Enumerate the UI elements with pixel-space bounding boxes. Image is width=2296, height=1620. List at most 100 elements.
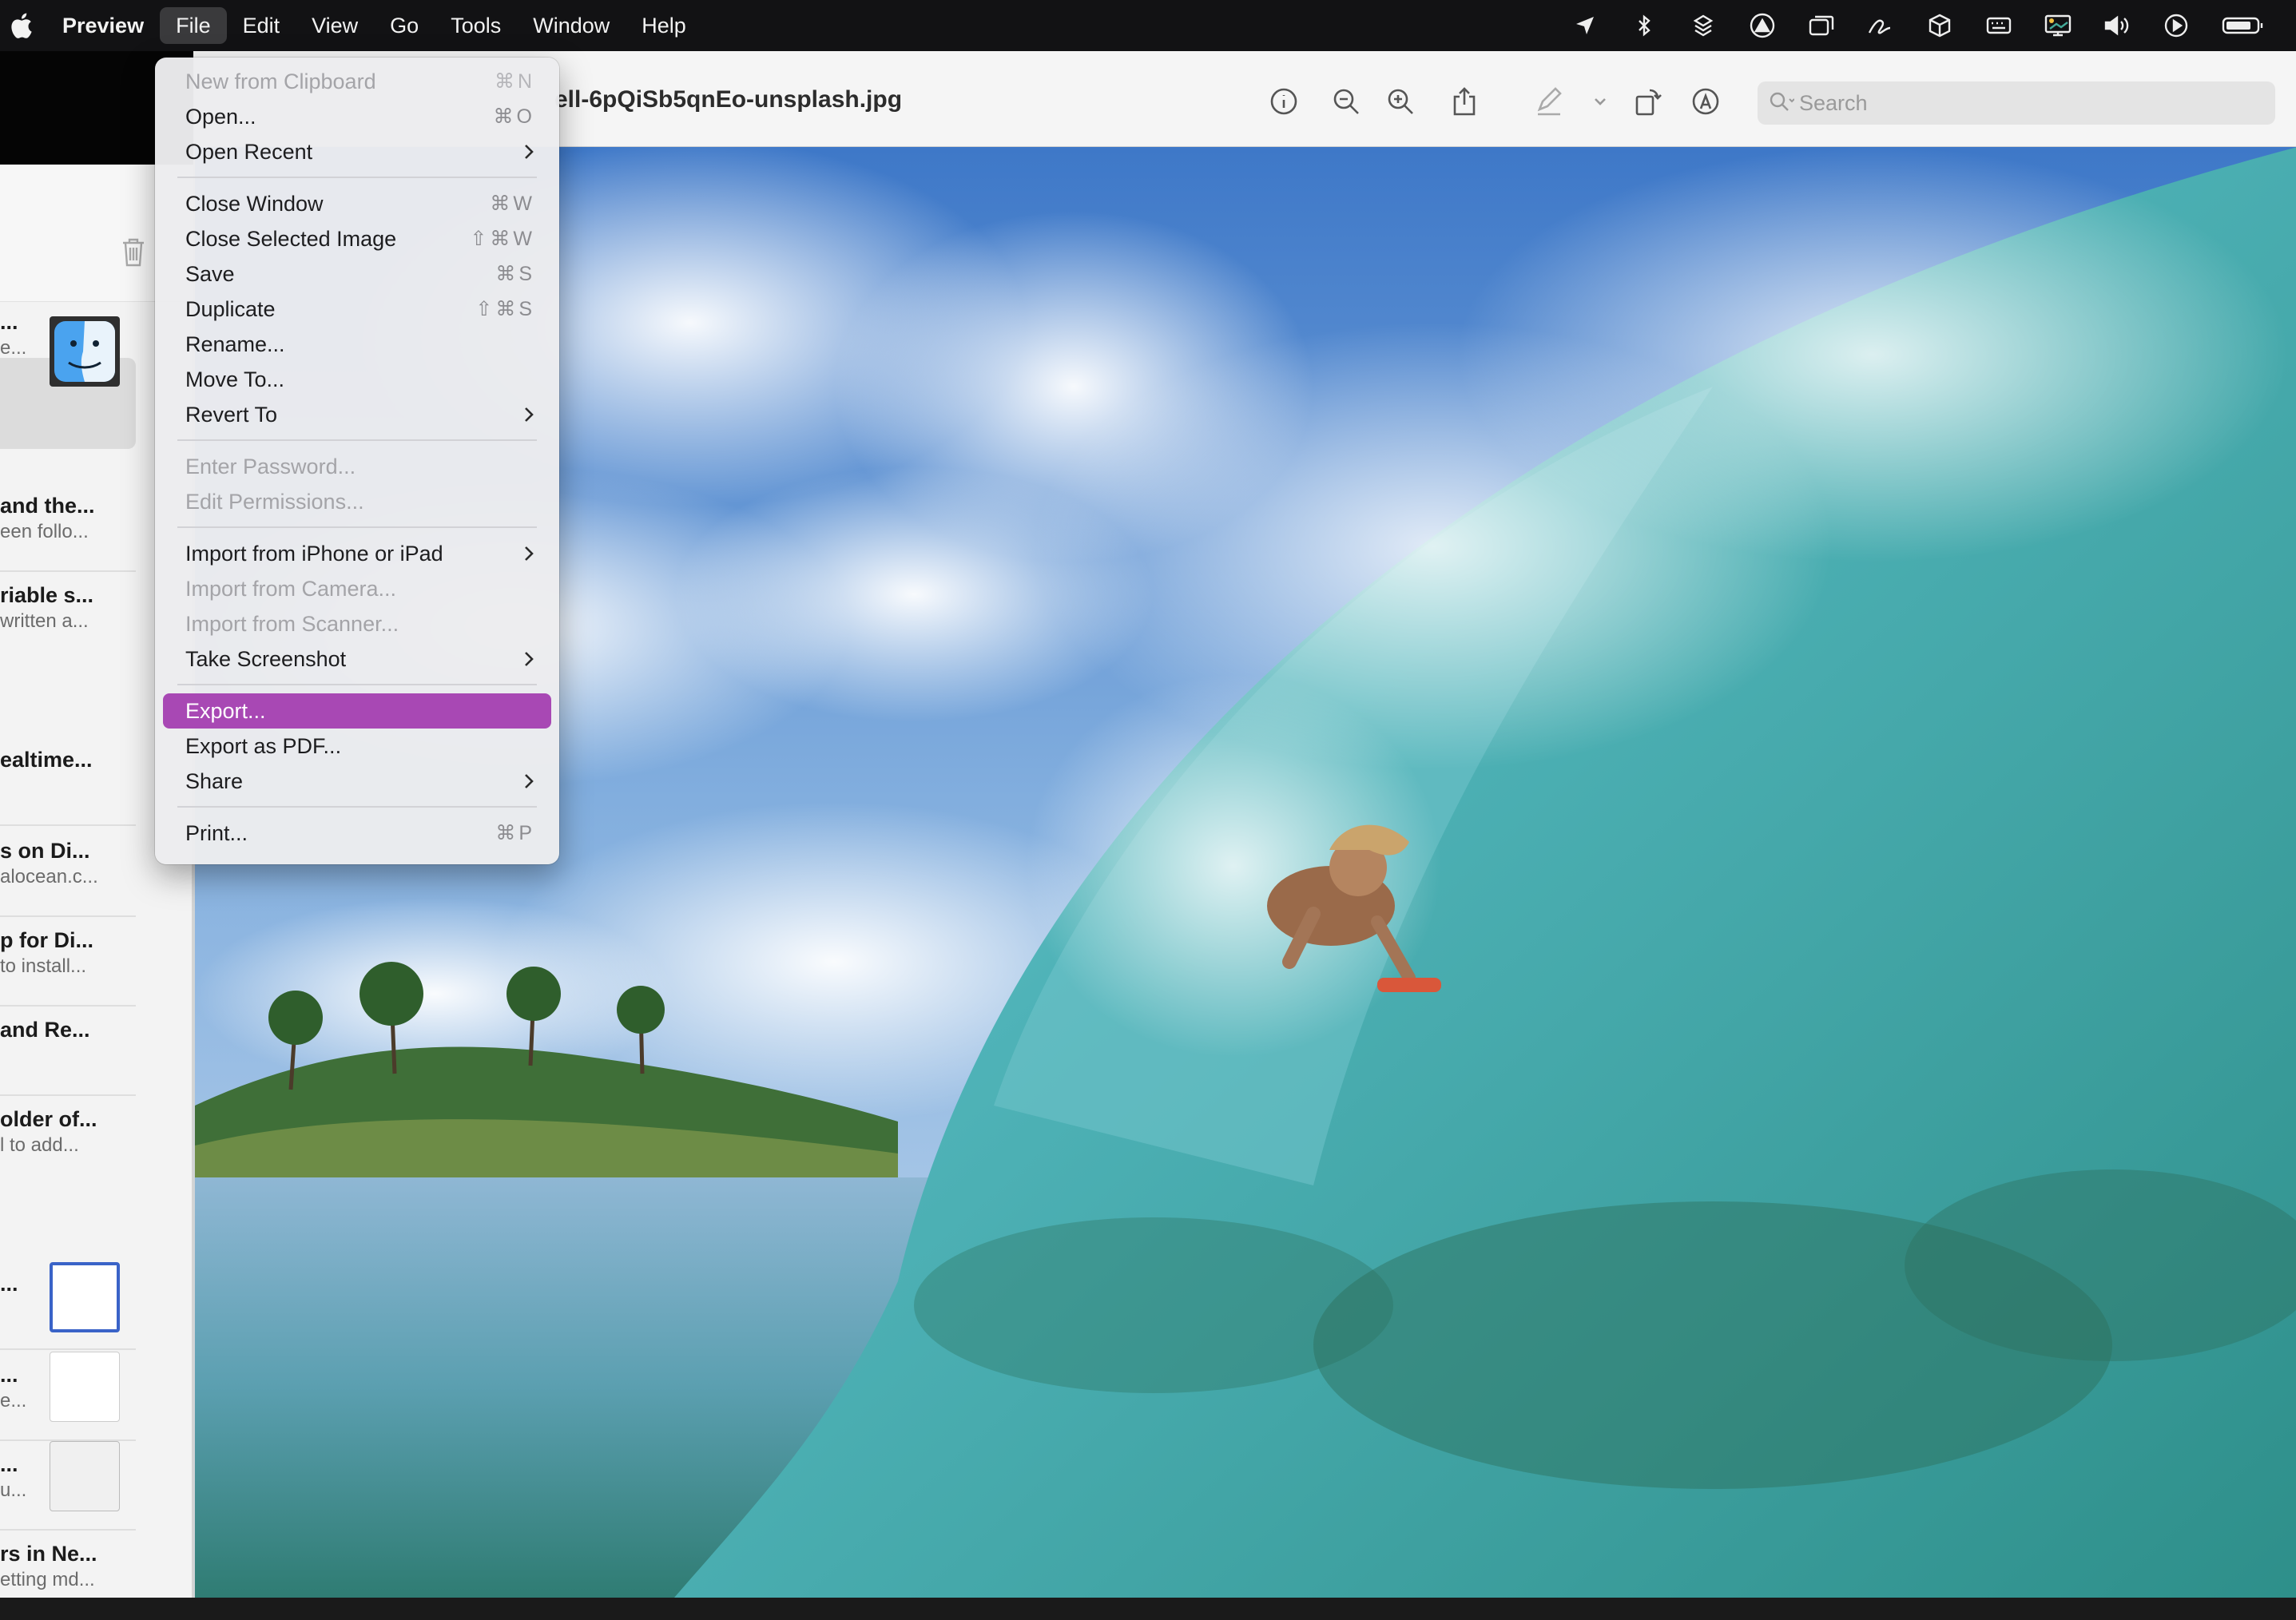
menu-item-print[interactable]: Print... ⌘P	[163, 816, 551, 851]
note-title: ...	[0, 310, 18, 334]
menu-separator	[177, 684, 537, 685]
battery-icon[interactable]	[2221, 11, 2266, 40]
signature-icon[interactable]	[1866, 11, 1895, 40]
trash-icon[interactable]	[120, 236, 147, 272]
list-item[interactable]: and the... een follo...	[0, 489, 136, 572]
note-subtitle: e...	[0, 337, 27, 359]
note-subtitle: een follo...	[0, 521, 89, 542]
menu-item-label: Move To...	[185, 367, 285, 391]
menu-item-edit-permissions[interactable]: Edit Permissions...	[163, 484, 551, 519]
menu-item-label: Rename...	[185, 332, 285, 356]
menu-item-save[interactable]: Save ⌘S	[163, 256, 551, 292]
app-menu-preview[interactable]: Preview	[42, 7, 160, 44]
file-menu: New from Clipboard ⌘N Open... ⌘O Open Rece…	[155, 58, 559, 864]
chevron-right-icon	[522, 142, 535, 167]
display-icon[interactable]	[2044, 11, 2072, 40]
info-icon[interactable]	[1267, 85, 1301, 118]
menu-tools[interactable]: Tools	[435, 7, 517, 44]
note-subtitle: u...	[0, 1479, 27, 1501]
menu-separator	[177, 806, 537, 808]
finder-icon	[50, 316, 120, 387]
menu-separator	[177, 177, 537, 178]
dropbox-icon[interactable]	[1689, 11, 1718, 40]
menu-item-label: Print...	[185, 820, 248, 845]
menu-item-label: Edit Permissions...	[185, 489, 364, 514]
list-item[interactable]: riable s... written a...	[0, 578, 136, 661]
note-subtitle: written a...	[0, 610, 89, 632]
bluetooth-icon[interactable]	[1630, 11, 1658, 40]
menu-item-import-from-iphone[interactable]: Import from iPhone or iPad	[163, 536, 551, 571]
menu-item-share[interactable]: Share	[163, 764, 551, 799]
document-thumbnail	[50, 1262, 120, 1332]
focus-icon[interactable]	[1748, 11, 1777, 40]
menu-item-shortcut: ⇧⌘S	[475, 298, 535, 320]
menu-item-duplicate[interactable]: Duplicate ⇧⌘S	[163, 292, 551, 327]
menu-help[interactable]: Help	[626, 7, 702, 44]
zoom-out-icon[interactable]	[1329, 85, 1363, 118]
menu-item-revert-to[interactable]: Revert To	[163, 397, 551, 432]
menu-item-open-recent[interactable]: Open Recent	[163, 134, 551, 169]
menu-item-open[interactable]: Open... ⌘O	[163, 99, 551, 134]
menu-item-export[interactable]: Export...	[163, 693, 551, 729]
play-icon[interactable]	[2162, 11, 2191, 40]
note-title: ...	[0, 1272, 18, 1296]
rotate-icon[interactable]	[1631, 85, 1665, 118]
list-item[interactable]: and Re...	[0, 1013, 136, 1096]
menu-item-close-window[interactable]: Close Window ⌘W	[163, 186, 551, 221]
note-title: s on Di...	[0, 839, 90, 863]
keyboard-icon[interactable]	[1984, 11, 2013, 40]
document-thumbnail	[50, 1352, 120, 1422]
list-item[interactable]: older of... l to add...	[0, 1102, 136, 1185]
window-icon[interactable]	[1807, 11, 1836, 40]
search-field[interactable]: Search	[1758, 81, 2275, 125]
zoom-in-icon[interactable]	[1384, 85, 1417, 118]
menu-item-export-as-pdf[interactable]: Export as PDF...	[163, 729, 551, 764]
menu-item-enter-password[interactable]: Enter Password...	[163, 449, 551, 484]
list-item[interactable]: ealtime...	[0, 743, 136, 826]
menu-item-label: Take Screenshot	[185, 646, 347, 671]
menu-file[interactable]: File	[160, 7, 227, 44]
chevron-right-icon	[522, 649, 535, 674]
menu-item-import-from-scanner[interactable]: Import from Scanner...	[163, 606, 551, 641]
note-title: rs in Ne...	[0, 1542, 97, 1566]
note-title: p for Di...	[0, 928, 93, 952]
list-item[interactable]: p for Di... to install...	[0, 923, 136, 1007]
list-item[interactable]: rs in Ne... etting md...	[0, 1537, 136, 1620]
note-title: ealtime...	[0, 748, 93, 772]
screenshot-thumbnail	[50, 1441, 120, 1511]
location-icon[interactable]	[1571, 11, 1599, 40]
menu-item-rename[interactable]: Rename...	[163, 327, 551, 362]
menu-item-import-from-camera[interactable]: Import from Camera...	[163, 571, 551, 606]
menu-view[interactable]: View	[296, 7, 374, 44]
note-subtitle: l to add...	[0, 1134, 79, 1156]
menu-item-label: Import from Camera...	[185, 576, 397, 601]
note-subtitle: alocean.c...	[0, 866, 98, 887]
note-title: ...	[0, 1363, 18, 1387]
markup-pen-icon[interactable]	[1532, 85, 1566, 118]
menu-edit[interactable]: Edit	[227, 7, 296, 44]
menu-item-close-selected-image[interactable]: Close Selected Image ⇧⌘W	[163, 221, 551, 256]
note-subtitle: etting md...	[0, 1569, 95, 1590]
menu-window[interactable]: Window	[517, 7, 626, 44]
menu-item-label: Save	[185, 261, 235, 286]
note-title: riable s...	[0, 583, 94, 607]
menu-item-label: Close Window	[185, 191, 324, 216]
menu-bar: Preview File Edit View Go Tools Window H…	[0, 0, 2296, 51]
menu-item-move-to[interactable]: Move To...	[163, 362, 551, 397]
menu-item-label: Import from iPhone or iPad	[185, 541, 443, 566]
markup-icon[interactable]	[1689, 85, 1722, 118]
share-icon[interactable]	[1448, 85, 1481, 118]
menu-go[interactable]: Go	[374, 7, 435, 44]
chevron-down-icon[interactable]	[1583, 85, 1617, 118]
note-title: and the...	[0, 494, 95, 518]
volume-icon[interactable]	[2103, 11, 2131, 40]
note-title: older of...	[0, 1107, 97, 1131]
apple-menu-icon[interactable]	[0, 0, 42, 51]
list-item[interactable]: s on Di... alocean.c...	[0, 834, 136, 917]
menu-item-take-screenshot[interactable]: Take Screenshot	[163, 641, 551, 677]
menu-item-new-from-clipboard[interactable]: New from Clipboard ⌘N	[163, 64, 551, 99]
menu-item-label: Open Recent	[185, 139, 313, 164]
menu-separator	[177, 439, 537, 441]
menu-item-label: Enter Password...	[185, 454, 356, 478]
package-icon[interactable]	[1925, 11, 1954, 40]
